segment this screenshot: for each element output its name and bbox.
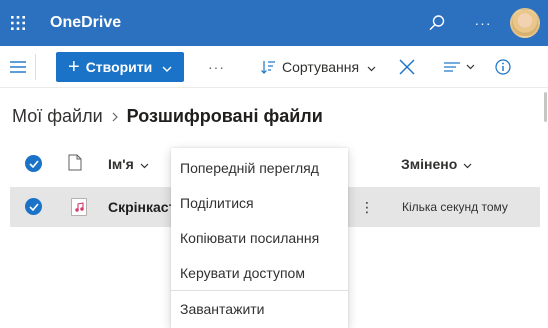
menu-item-share[interactable]: Поділитися <box>171 185 348 220</box>
file-name-link[interactable]: Скрінкаст <box>108 199 175 215</box>
app-title[interactable]: OneDrive <box>50 14 121 32</box>
view-list-icon <box>444 61 461 72</box>
breadcrumb-root-link[interactable]: Мої файли <box>12 106 103 127</box>
create-button-label: Створити <box>85 58 153 75</box>
menu-item-download[interactable]: Завантажити <box>171 291 348 326</box>
command-bar: + Створити ··· Сортування <box>0 46 548 88</box>
file-type-column-icon[interactable] <box>68 154 82 174</box>
modified-column-header[interactable]: Змінено <box>401 156 472 172</box>
checkmark-icon <box>25 155 42 172</box>
app-header: OneDrive ··· <box>0 0 548 46</box>
chevron-down-icon <box>140 156 149 172</box>
chevron-down-icon <box>466 64 475 69</box>
avatar[interactable] <box>510 8 540 38</box>
create-button[interactable]: + Створити <box>56 51 184 82</box>
chevron-right-icon <box>112 109 118 125</box>
chevron-down-icon <box>162 59 172 75</box>
app-launcher-icon[interactable] <box>0 0 36 46</box>
context-menu: Попередній перегляд Поділитися Копіювати… <box>171 148 348 328</box>
select-all-checkbox[interactable] <box>25 155 43 173</box>
sort-button[interactable]: Сортування <box>260 59 376 75</box>
row-more-actions-button[interactable]: ⋮ <box>360 199 374 216</box>
sort-icon <box>260 59 276 75</box>
breadcrumb-current: Розшифровані файли <box>126 106 323 126</box>
hamburger-menu-icon[interactable] <box>0 53 36 80</box>
more-options-button[interactable]: ··· <box>460 0 506 46</box>
menu-item-copy-link[interactable]: Копіювати посилання <box>171 220 348 255</box>
name-column-label: Ім'я <box>108 156 134 172</box>
modified-column-label: Змінено <box>401 156 458 172</box>
row-checkbox[interactable] <box>25 198 43 216</box>
more-dots-label: ··· <box>474 15 492 31</box>
modified-date: Кілька секунд тому <box>402 200 508 214</box>
close-selection-icon[interactable] <box>396 56 418 78</box>
name-column-header[interactable]: Ім'я <box>108 156 149 172</box>
plus-icon: + <box>68 55 80 78</box>
menu-item-preview[interactable]: Попередній перегляд <box>171 150 348 185</box>
vertical-scrollbar[interactable] <box>543 88 548 324</box>
chevron-down-icon <box>463 156 472 172</box>
search-icon[interactable] <box>414 0 460 46</box>
checkmark-icon <box>25 198 42 215</box>
view-options-button[interactable] <box>444 61 475 73</box>
menu-item-manage-access[interactable]: Керувати доступом <box>171 255 348 290</box>
audio-file-icon <box>71 198 87 216</box>
scrollbar-thumb[interactable] <box>544 92 547 122</box>
breadcrumb: Мої файли Розшифровані файли <box>12 106 323 127</box>
command-more-button[interactable]: ··· <box>208 59 232 75</box>
chevron-down-icon <box>367 59 376 75</box>
info-icon[interactable] <box>495 58 511 75</box>
sort-label: Сортування <box>282 58 360 75</box>
